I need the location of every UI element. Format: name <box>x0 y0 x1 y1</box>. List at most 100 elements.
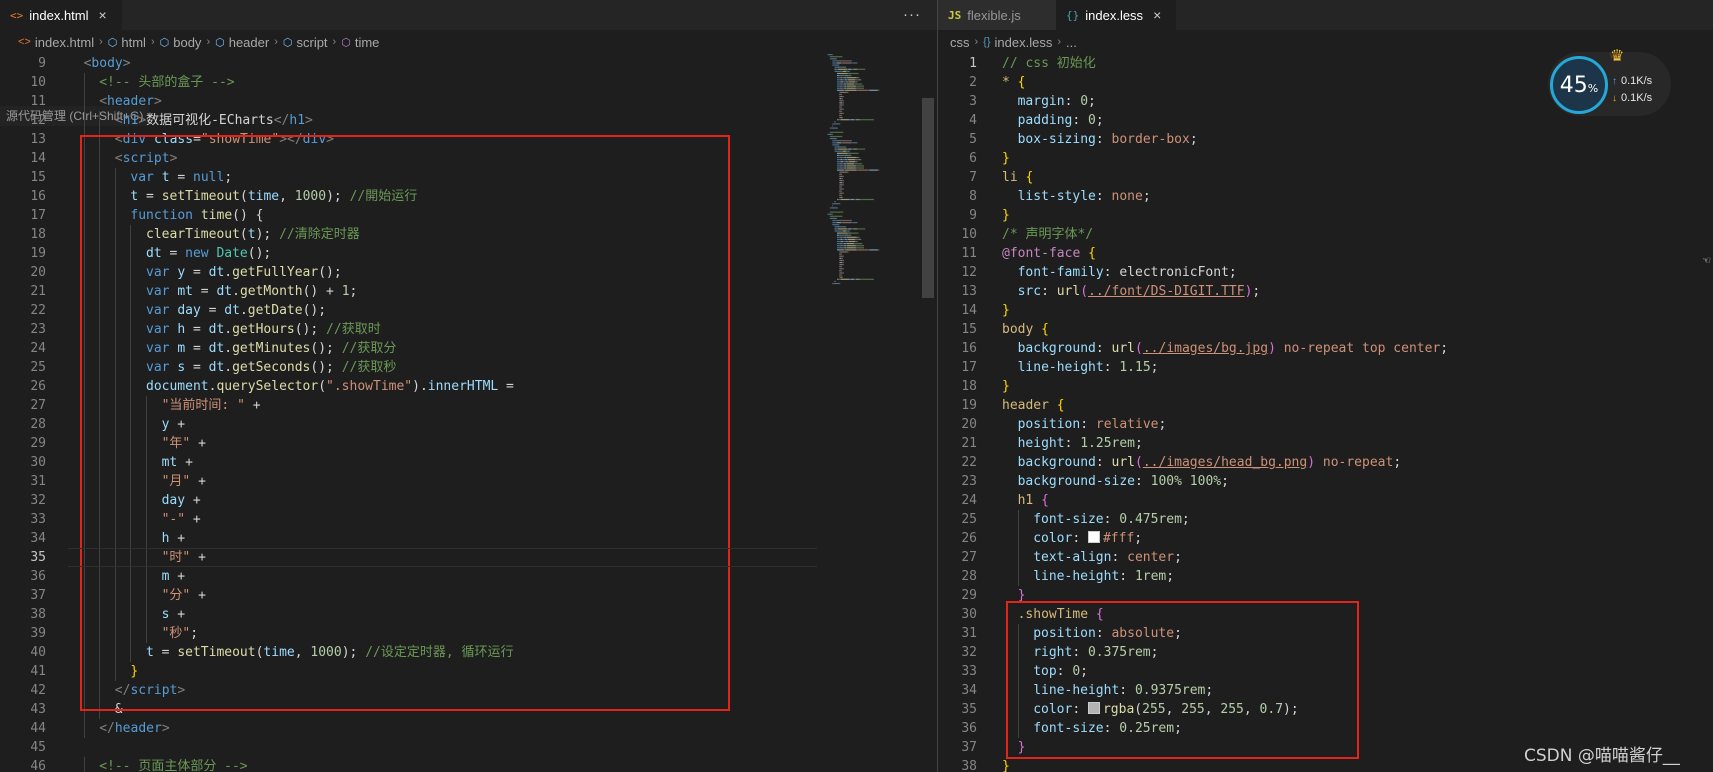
code-line[interactable]: 40 t = setTimeout(time, 1000); //设定定时器, 循… <box>0 643 937 662</box>
code-line[interactable]: 26 color: #fff; <box>938 529 1713 548</box>
code-line[interactable]: 20 var y = dt.getFullYear(); <box>0 263 937 282</box>
breadcrumb-item[interactable]: ⬡ script <box>283 35 328 50</box>
code-line[interactable]: 20 position: relative; <box>938 415 1713 434</box>
code-line[interactable]: 11 @font-face { <box>938 244 1713 263</box>
code-line[interactable]: 29} <box>938 586 1713 605</box>
code-line[interactable]: 17 function time() { <box>0 206 937 225</box>
code-line[interactable]: 31 position: absolute; <box>938 624 1713 643</box>
code-line[interactable]: 23 var h = dt.getHours(); //获取时 <box>0 320 937 339</box>
breadcrumb-item[interactable]: ... <box>1066 35 1077 50</box>
code-token: /* 声明字体*/ <box>1002 227 1094 242</box>
code-line[interactable]: 8 list-style: none; <box>938 187 1713 206</box>
code-line[interactable]: 14} <box>938 301 1713 320</box>
code-line[interactable]: 9 <body> <box>0 54 937 73</box>
minimap[interactable] <box>823 54 913 294</box>
code-line[interactable]: 14 <script> <box>0 149 937 168</box>
color-swatch-icon[interactable] <box>1087 702 1100 714</box>
code-line[interactable]: 39 "秒"; <box>0 624 937 643</box>
code-line[interactable]: 19 header { <box>938 396 1713 415</box>
code-line[interactable]: 36 font-size: 0.25rem; <box>938 719 1713 738</box>
code-line[interactable]: 28 line-height: 1rem; <box>938 567 1713 586</box>
code-line[interactable]: 43 & <box>0 700 937 719</box>
code-line[interactable]: 25 font-size: 0.475rem; <box>938 510 1713 529</box>
code-line[interactable]: 18} <box>938 377 1713 396</box>
code-line[interactable]: 23 background-size: 100% 100%; <box>938 472 1713 491</box>
code-line[interactable]: 12 <h1>数据可视化-ECharts</h1> <box>0 111 937 130</box>
code-line[interactable]: 15 body { <box>938 320 1713 339</box>
code-line[interactable]: 31 "月" + <box>0 472 937 491</box>
code-token: + <box>169 569 186 584</box>
code-line[interactable]: 7 li { <box>938 168 1713 187</box>
code-line[interactable]: 46 <!-- 页面主体部分 --> <box>0 757 937 772</box>
breadcrumb-item[interactable]: ⬡ time <box>341 35 379 50</box>
breadcrumb-item[interactable]: ⬡ html <box>108 35 146 50</box>
code-token: ; <box>1252 284 1261 299</box>
code-line[interactable]: 12 font-family: electronicFont; <box>938 263 1713 282</box>
code-token: = <box>200 303 225 318</box>
code-line[interactable]: 27 text-align: center; <box>938 548 1713 567</box>
close-icon[interactable]: × <box>1153 7 1161 23</box>
code-line[interactable]: 33 "-" + <box>0 510 937 529</box>
tab-index-less[interactable]: {} index.less × <box>1056 0 1176 30</box>
code-line[interactable]: 27 "当前时间: " + <box>0 396 937 415</box>
code-line[interactable]: 13 src: url(../font/DS-DIGIT.TTF); <box>938 282 1713 301</box>
code-line[interactable]: 6} <box>938 149 1713 168</box>
breadcrumb-item[interactable]: css <box>950 35 970 50</box>
code-line[interactable]: 18 clearTimeout(t); //清除定时器 <box>0 225 937 244</box>
less-code-area[interactable]: 1// css 初始化 2 * {3 margin: 0; 4 padding: 0; 5 b… <box>938 54 1713 772</box>
code-token: ( <box>318 379 327 394</box>
code-line[interactable]: 30 .showTime { <box>938 605 1713 624</box>
code-line[interactable]: 41} <box>0 662 937 681</box>
code-token: ; <box>1189 132 1198 147</box>
tab-flexible-js[interactable]: JS flexible.js <box>938 0 1056 30</box>
code-line[interactable]: 34 h + <box>0 529 937 548</box>
code-line[interactable]: 17 line-height: 1.15; <box>938 358 1713 377</box>
code-line[interactable]: 38 s + <box>0 605 937 624</box>
tab-index-html[interactable]: <> index.html × <box>0 0 122 30</box>
code-line[interactable]: 28 y + <box>0 415 937 434</box>
code-line[interactable]: 13 <div class="showTime"></div> <box>0 130 937 149</box>
color-swatch-icon[interactable] <box>1087 531 1100 543</box>
code-line[interactable]: 11 <header> <box>0 92 937 111</box>
code-line[interactable]: 10 <!-- 头部的盒子 --> <box>0 73 937 92</box>
code-line[interactable]: 45 <box>0 738 937 757</box>
more-actions-icon[interactable]: ··· <box>903 6 921 23</box>
scroll-thumb[interactable] <box>922 98 934 298</box>
breadcrumb-item[interactable]: ⬡ header <box>215 35 269 50</box>
code-line[interactable]: 10 /* 声明字体*/ <box>938 225 1713 244</box>
code-line[interactable]: 32 day + <box>0 491 937 510</box>
html-code-area[interactable]: 9 <body> 10 <!-- 头部的盒子 --> 11 <header> 12 <h1>数… <box>0 54 937 772</box>
code-line[interactable]: 30 mt + <box>0 453 937 472</box>
code-line[interactable]: 19 dt = new Date(); <box>0 244 937 263</box>
code-line[interactable]: 44 </header> <box>0 719 937 738</box>
minimap-stroke <box>840 161 844 163</box>
code-line[interactable]: 16 background: url(../images/bg.jpg) no-r… <box>938 339 1713 358</box>
code-line[interactable]: 26 document.querySelector(".showTime").in… <box>0 377 937 396</box>
code-line[interactable]: 24 h1 { <box>938 491 1713 510</box>
code-line[interactable]: 22 var day = dt.getDate(); <box>0 301 937 320</box>
minimap-stroke <box>839 85 841 87</box>
breadcrumb-item[interactable]: {} index.less <box>983 35 1052 50</box>
code-line[interactable]: 5 box-sizing: border-box; <box>938 130 1713 149</box>
code-line[interactable]: 33 top: 0; <box>938 662 1713 681</box>
code-line[interactable]: 21 var mt = dt.getMonth() + 1; <box>0 282 937 301</box>
breadcrumb-item[interactable]: ⬡ body <box>160 35 202 50</box>
code-line[interactable]: 22 background: url(../images/head_bg.png)… <box>938 453 1713 472</box>
code-line[interactable]: 25 var s = dt.getSeconds(); //获取秒 <box>0 358 937 377</box>
code-line[interactable]: 16 t = setTimeout(time, 1000); //開始运行 <box>0 187 937 206</box>
code-line[interactable]: 15 var t = null; <box>0 168 937 187</box>
code-line[interactable]: 34 line-height: 0.9375rem; <box>938 681 1713 700</box>
close-icon[interactable]: × <box>99 7 107 23</box>
code-line[interactable]: 9} <box>938 206 1713 225</box>
code-line[interactable]: 35 color: rgba(255, 255, 255, 0.7); <box>938 700 1713 719</box>
code-line[interactable]: 36 m + <box>0 567 937 586</box>
code-line[interactable]: 29 "年" + <box>0 434 937 453</box>
code-line[interactable]: 37 "分" + <box>0 586 937 605</box>
vertical-scrollbar[interactable] <box>921 54 935 772</box>
minimap-stroke <box>837 165 840 167</box>
code-line[interactable]: 21 height: 1.25rem; <box>938 434 1713 453</box>
code-line[interactable]: 42 </script> <box>0 681 937 700</box>
code-line[interactable]: 32 right: 0.375rem; <box>938 643 1713 662</box>
breadcrumb-item[interactable]: <> index.html <box>18 35 94 50</box>
code-line[interactable]: 24 var m = dt.getMinutes(); //获取分 <box>0 339 937 358</box>
